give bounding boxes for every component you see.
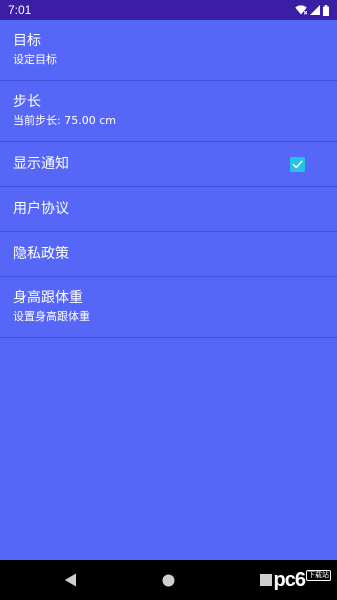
status-icons (295, 4, 329, 16)
setting-height-weight-title: 身高跟体重 (13, 290, 83, 306)
setting-height-weight-text: 身高跟体重 设置身高跟体重 (13, 289, 90, 325)
checkmark-icon (292, 159, 303, 169)
recent-apps-icon[interactable] (258, 572, 274, 588)
setting-height-weight[interactable]: 身高跟体重 设置身高跟体重 (0, 277, 337, 338)
watermark-badge: 下载站 (306, 569, 331, 581)
setting-target-title: 目标 (13, 33, 41, 49)
setting-notification[interactable]: 显示通知 (0, 142, 337, 187)
watermark-text: pc6 (273, 569, 306, 591)
setting-target[interactable]: 目标 设定目标 (0, 20, 337, 81)
setting-privacy-policy[interactable]: 隐私政策 (0, 232, 337, 277)
signal-icon (310, 5, 320, 15)
notification-checkbox[interactable] (290, 156, 305, 172)
battery-icon (323, 4, 329, 16)
setting-notification-title: 显示通知 (13, 155, 69, 172)
setting-target-summary: 设定目标 (13, 53, 57, 66)
status-time: 7:01 (8, 3, 32, 17)
setting-stride-title: 步长 (13, 94, 41, 110)
setting-user-agreement-title: 用户协议 (13, 200, 69, 217)
setting-stride-summary: 当前步长: 75.00 cm (13, 114, 116, 127)
setting-privacy-policy-title: 隐私政策 (13, 245, 69, 262)
back-icon[interactable] (62, 572, 78, 588)
wifi-icon (295, 5, 307, 15)
status-bar: 7:01 (0, 0, 337, 20)
setting-height-weight-summary: 设置身高跟体重 (13, 310, 90, 323)
home-icon[interactable] (160, 572, 176, 588)
settings-list: 目标 设定目标 步长 当前步长: 75.00 cm 显示通知 用户协议 隐私政策… (0, 20, 337, 338)
setting-target-text: 目标 设定目标 (13, 32, 57, 68)
watermark-logo: pc6 下载站 (274, 568, 331, 592)
setting-user-agreement[interactable]: 用户协议 (0, 187, 337, 232)
setting-stride-text: 步长 当前步长: 75.00 cm (13, 93, 116, 129)
setting-stride[interactable]: 步长 当前步长: 75.00 cm (0, 81, 337, 142)
